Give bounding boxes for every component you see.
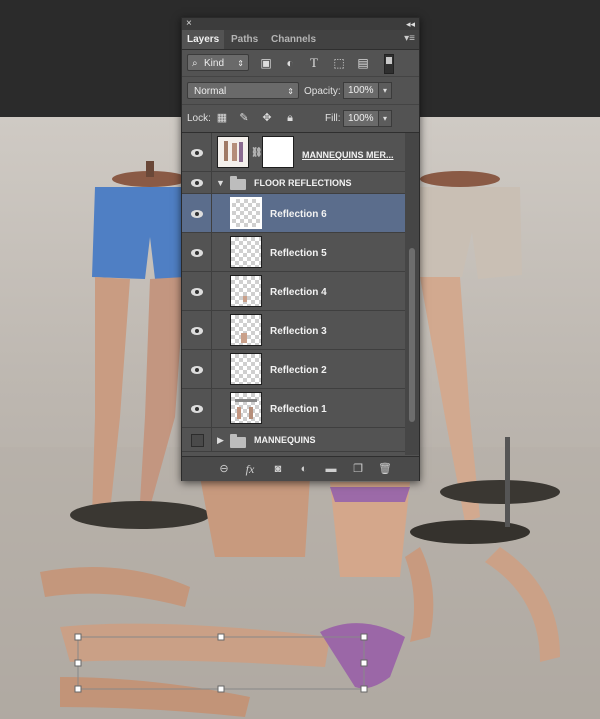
layer-row-reflection-4[interactable]: Reflection 4	[182, 272, 405, 311]
group-row-floor-reflections[interactable]: ▼ FLOOR REFLECTIONS	[182, 172, 405, 194]
opacity-label: Opacity:	[304, 86, 341, 97]
lock-all-icon[interactable]: 🔒︎	[283, 111, 297, 125]
layer-name: MANNEQUINS MER...	[302, 150, 394, 160]
chain-link-icon: ⛓︎	[251, 147, 263, 157]
new-group-icon[interactable]: ▬	[323, 461, 339, 477]
layer-name: Reflection 1	[270, 404, 327, 415]
filter-row: ⌕ Kind ⇕ ▣ ◐ T ⬚ ▤	[182, 50, 419, 77]
panel-menu-icon[interactable]: ▾≡	[404, 33, 415, 44]
layer-mask-thumbnail[interactable]	[262, 136, 294, 168]
panel-title-bar: × ◂◂	[182, 18, 419, 30]
eye-icon[interactable]	[191, 366, 203, 374]
filter-toggle[interactable]	[384, 54, 394, 74]
layer-thumbnail	[230, 353, 262, 385]
smart-object-filter-icon[interactable]: ▤	[355, 55, 371, 71]
stepper-icon: ⇕	[287, 87, 294, 96]
panel-bottom-toolbar: ⊖ fx ◙ ◐ ▬ ❐ 🗑︎	[182, 456, 419, 481]
eye-icon[interactable]	[191, 405, 203, 413]
blend-mode-value: Normal	[194, 86, 227, 97]
layers-panel: × ◂◂ Layers Paths Channels ▾≡ ⌕ Kind ⇕ ▣…	[181, 17, 420, 481]
layer-row-reflection-3[interactable]: Reflection 3	[182, 311, 405, 350]
tab-channels[interactable]: Channels	[266, 30, 321, 49]
link-layers-icon[interactable]: ⊖	[216, 461, 232, 477]
layer-name: Reflection 2	[270, 365, 327, 376]
new-layer-icon[interactable]: ❐	[350, 461, 366, 477]
kind-label: Kind	[204, 58, 225, 69]
shape-filter-icon[interactable]: ⬚	[331, 55, 347, 71]
fill-input[interactable]: 100%	[343, 110, 379, 127]
blend-mode-select[interactable]: Normal ⇕	[187, 82, 299, 99]
collapse-icon[interactable]: ◂◂	[406, 18, 415, 30]
layer-name: Reflection 5	[270, 248, 327, 259]
blend-row: Normal ⇕ Opacity: 100% ▾	[182, 77, 419, 105]
layer-name: Reflection 6	[270, 209, 327, 220]
layer-thumbnail	[230, 392, 262, 424]
folder-icon	[230, 176, 246, 190]
layer-row-reflection-5[interactable]: Reflection 5	[182, 233, 405, 272]
lock-position-icon[interactable]: ✥	[260, 111, 274, 125]
fill-label: Fill:	[325, 113, 341, 124]
layers-list: ⛓︎ MANNEQUINS MER... ▼ FLOOR REFLECTIONS…	[182, 133, 419, 455]
opacity-input[interactable]: 100%	[343, 82, 379, 99]
layer-name: Reflection 4	[270, 287, 327, 298]
eye-icon[interactable]	[191, 327, 203, 335]
group-row-mannequins[interactable]: ▶ MANNEQUINS	[182, 428, 405, 452]
group-name: MANNEQUINS	[254, 435, 316, 445]
eye-icon[interactable]	[191, 179, 203, 187]
layer-thumbnail	[217, 136, 249, 168]
search-icon: ⌕	[192, 58, 198, 69]
scrollbar-thumb[interactable]	[409, 248, 415, 422]
eye-icon[interactable]	[191, 249, 203, 257]
layer-row-reflection-6[interactable]: Reflection 6	[182, 194, 405, 233]
layer-thumbnail	[230, 197, 262, 229]
layers-scrollbar[interactable]	[405, 133, 419, 455]
image-filter-icon[interactable]: ▣	[258, 55, 274, 71]
layer-thumbnail	[230, 275, 262, 307]
eye-icon[interactable]	[191, 149, 203, 157]
lock-row: Lock: ▦ ✎ ✥ 🔒︎ Fill: 100% ▾	[182, 105, 419, 133]
fx-icon[interactable]: fx	[242, 461, 258, 477]
group-name: FLOOR REFLECTIONS	[254, 178, 352, 188]
folder-icon	[230, 434, 246, 448]
lock-transparency-icon[interactable]: ▦	[215, 111, 229, 125]
eye-icon[interactable]	[191, 210, 203, 218]
panel-tabs: Layers Paths Channels ▾≡	[182, 30, 419, 50]
kind-filter-select[interactable]: ⌕ Kind ⇕	[187, 54, 249, 71]
expand-triangle-icon[interactable]: ▼	[216, 178, 225, 188]
layer-row-reflection-2[interactable]: Reflection 2	[182, 350, 405, 389]
layer-row-mannequins-merged[interactable]: ⛓︎ MANNEQUINS MER...	[182, 133, 405, 172]
layer-name: Reflection 3	[270, 326, 327, 337]
stepper-icon: ⇕	[237, 59, 244, 68]
trash-icon[interactable]: 🗑︎	[377, 461, 393, 477]
layer-thumbnail	[230, 314, 262, 346]
tab-layers[interactable]: Layers	[182, 30, 225, 49]
type-filter-icon[interactable]: T	[306, 55, 322, 71]
adjustment-layer-icon[interactable]: ◐	[296, 461, 312, 477]
adjustment-filter-icon[interactable]: ◐	[282, 55, 298, 71]
lock-label: Lock:	[187, 113, 211, 124]
fill-dropdown-icon[interactable]: ▾	[378, 110, 392, 127]
eye-icon[interactable]	[191, 288, 203, 296]
opacity-dropdown-icon[interactable]: ▾	[378, 82, 392, 99]
close-icon[interactable]: ×	[186, 18, 192, 30]
visibility-empty-box[interactable]	[191, 434, 204, 447]
lock-paint-icon[interactable]: ✎	[237, 111, 251, 125]
add-mask-icon[interactable]: ◙	[270, 461, 286, 477]
layer-row-reflection-1[interactable]: Reflection 1	[182, 389, 405, 428]
tab-paths[interactable]: Paths	[226, 30, 263, 49]
collapsed-triangle-icon[interactable]: ▶	[217, 435, 224, 446]
layer-thumbnail	[230, 236, 262, 268]
